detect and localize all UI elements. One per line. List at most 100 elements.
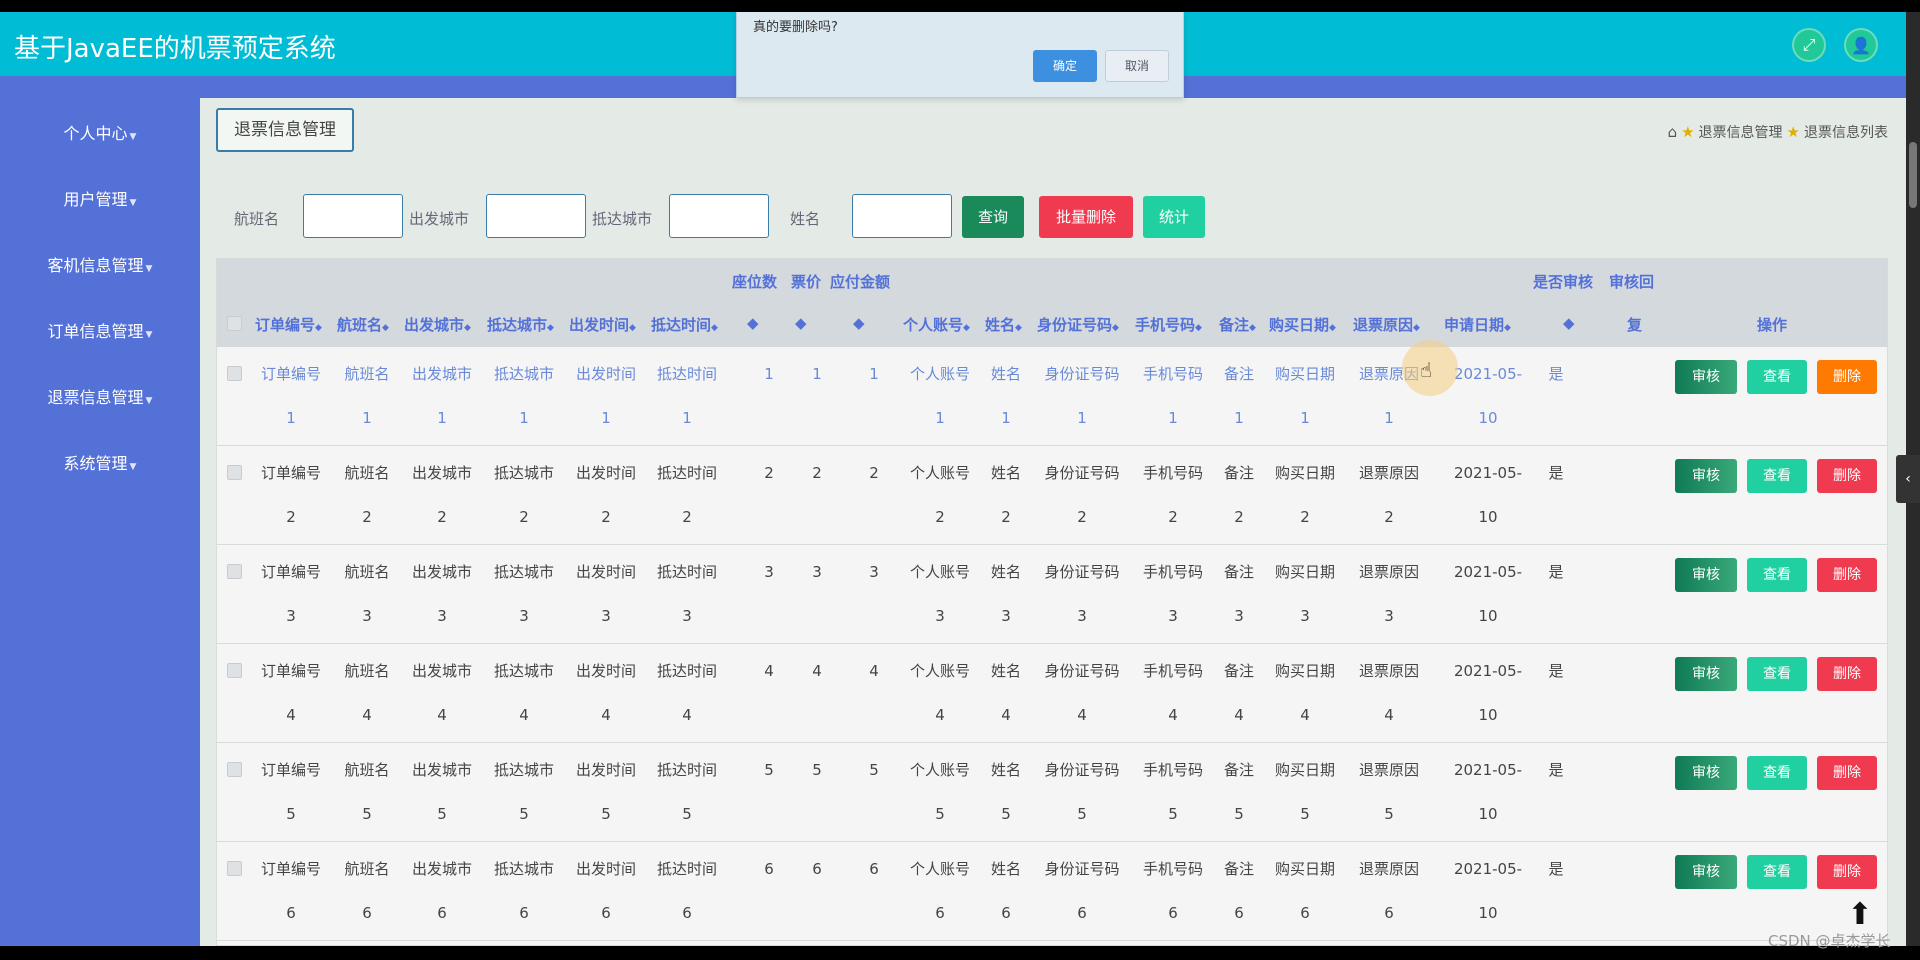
row-checkbox[interactable] [227,762,242,777]
cell-apply-date: 2021-05- [1453,464,1523,482]
table-row: 订单编号 6 航班名 6 出发城市 6 抵达城市 6 出发时间 6 抵达时间 6 6 6 6 个人账号 6 姓名 6… [217,842,1887,941]
delete-button[interactable]: 删除 [1817,459,1877,493]
audit-button[interactable]: 审核 [1675,558,1737,592]
audit-button[interactable]: 审核 [1675,756,1737,790]
delete-button[interactable]: 删除 [1817,360,1877,394]
confirm-button[interactable]: 确定 [1033,50,1097,82]
delete-button[interactable]: 删除 [1817,558,1877,592]
table-row: 订单编号 2 航班名 2 出发城市 2 抵达城市 2 出发时间 2 抵达时间 2 2 2 2 个人账号 2 姓名 2… [217,446,1887,545]
back-to-top-icon[interactable]: ⬆ [1842,898,1878,934]
from-city-input[interactable] [486,194,586,238]
row-checkbox[interactable] [227,465,242,480]
view-button[interactable]: 查看 [1747,360,1807,394]
sort-icon: ◆ [711,323,718,333]
query-button[interactable]: 查询 [962,196,1024,238]
cell-reason: 退票原因 [1358,563,1419,581]
sort-icon: ◆ [382,323,389,333]
sort-icon: ◆ [464,323,471,333]
cell-id-no: 身份证号码 [1044,464,1120,482]
delete-button[interactable]: 删除 [1817,855,1877,889]
view-button[interactable]: 查看 [1747,558,1807,592]
breadcrumb-item[interactable]: 退票信息管理 [1699,122,1783,142]
delete-button[interactable]: 删除 [1817,756,1877,790]
section-title: 退票信息管理 [216,108,354,152]
chevron-left-icon[interactable]: ‹ [1896,455,1920,503]
flight-input[interactable] [303,194,403,238]
col-flight[interactable]: 航班名◆ [337,314,389,335]
sort-icon[interactable]: ◆ [853,314,865,332]
audit-button[interactable]: 审核 [1675,459,1737,493]
delete-button[interactable]: 删除 [1817,657,1877,691]
name-input[interactable] [852,194,952,238]
scrollbar-thumb[interactable] [1909,142,1917,208]
fullscreen-icon[interactable]: ⤢ [1792,28,1826,62]
col-price[interactable]: 票价 [791,271,821,292]
col-buy-date[interactable]: 购买日期◆ [1269,314,1336,335]
sidebar-item-system[interactable]: 系统管理 ▼ [0,450,200,474]
app-title: 基于JavaEE的机票预定系统 [14,34,336,64]
col-arr[interactable]: 抵达时间◆ [651,314,718,335]
cell-apply-date-day: 10 [1478,607,1498,625]
to-city-input[interactable] [669,194,769,238]
sort-icon: ◆ [315,323,322,333]
row-checkbox[interactable] [227,366,242,381]
sidebar-item-aircraft[interactable]: 客机信息管理 ▼ [0,252,200,276]
col-payable[interactable]: 应付金额 [830,271,890,292]
cell-audited: 是 [1548,365,1564,383]
sort-icon: ◆ [1413,323,1420,333]
sidebar-item-orders[interactable]: 订单信息管理 ▼ [0,318,200,342]
col-reply-cont: 复 [1627,316,1643,334]
col-apply-date[interactable]: 申请日期◆ [1444,314,1511,335]
user-icon[interactable]: 👤 [1844,28,1878,62]
cell-apply-date-day: 10 [1478,706,1498,724]
col-order-no[interactable]: 订单编号◆ [255,314,322,335]
sort-icon[interactable]: ◆ [1563,314,1575,332]
col-to[interactable]: 抵达城市◆ [487,314,554,335]
cell-arr-index: 6 [682,904,692,922]
col-seats[interactable]: 座位数 [732,271,777,292]
cell-reason-index: 1 [1384,409,1394,427]
cell-apply-date: 2021-05- [1453,563,1523,581]
main-content: 退票信息管理 ⌂ ★ 退票信息管理 ★ 退票信息列表 航班名 出发城市 抵达城市… [200,98,1906,946]
sort-icon[interactable]: ◆ [747,314,759,332]
sidebar: 个人中心 ▼ 用户管理 ▼ 客机信息管理 ▼ 订单信息管理 ▼ 退票信息管理 ▼ 系统管理… [0,76,200,946]
col-phone[interactable]: 手机号码◆ [1135,314,1202,335]
view-button[interactable]: 查看 [1747,657,1807,691]
star-icon: ★ [1786,123,1800,141]
sidebar-item-users[interactable]: 用户管理 ▼ [0,186,200,210]
sort-icon: ◆ [1015,323,1022,333]
row-checkbox[interactable] [227,663,242,678]
audit-button[interactable]: 审核 [1675,855,1737,889]
audit-button[interactable]: 审核 [1675,360,1737,394]
filter-label-to: 抵达城市 [592,210,653,228]
select-all-checkbox[interactable] [227,316,242,331]
view-button[interactable]: 查看 [1747,855,1807,889]
row-checkbox[interactable] [227,861,242,876]
audit-button[interactable]: 审核 [1675,657,1737,691]
col-dep[interactable]: 出发时间◆ [569,314,636,335]
batch-delete-button[interactable]: 批量删除 [1039,196,1133,238]
col-audited[interactable]: 是否审核 [1533,271,1593,292]
sidebar-item-label: 个人中心 [63,124,128,143]
cell-apply-date: 2021-05- [1453,662,1523,680]
cell-reason-index: 6 [1384,904,1394,922]
col-name[interactable]: 姓名◆ [985,314,1022,335]
col-remark[interactable]: 备注◆ [1219,314,1256,335]
sort-icon: ◆ [1112,323,1119,333]
sort-icon: ◆ [1195,323,1202,333]
view-button[interactable]: 查看 [1747,459,1807,493]
row-checkbox[interactable] [227,564,242,579]
cell-apply-date: 2021-05- [1453,860,1523,878]
col-account[interactable]: 个人账号◆ [903,314,970,335]
view-button[interactable]: 查看 [1747,756,1807,790]
sidebar-item-personal[interactable]: 个人中心 ▼ [0,120,200,144]
cancel-button[interactable]: 取消 [1105,50,1169,82]
sidebar-item-refunds[interactable]: 退票信息管理 ▼ [0,384,200,408]
col-reason[interactable]: 退票原因◆ [1353,314,1420,335]
cell-id-no: 身份证号码 [1044,860,1120,878]
stats-button[interactable]: 统计 [1143,196,1205,238]
home-icon[interactable]: ⌂ [1668,123,1678,141]
col-from[interactable]: 出发城市◆ [404,314,471,335]
col-id-no[interactable]: 身份证号码◆ [1037,314,1119,335]
sort-icon[interactable]: ◆ [795,314,807,332]
